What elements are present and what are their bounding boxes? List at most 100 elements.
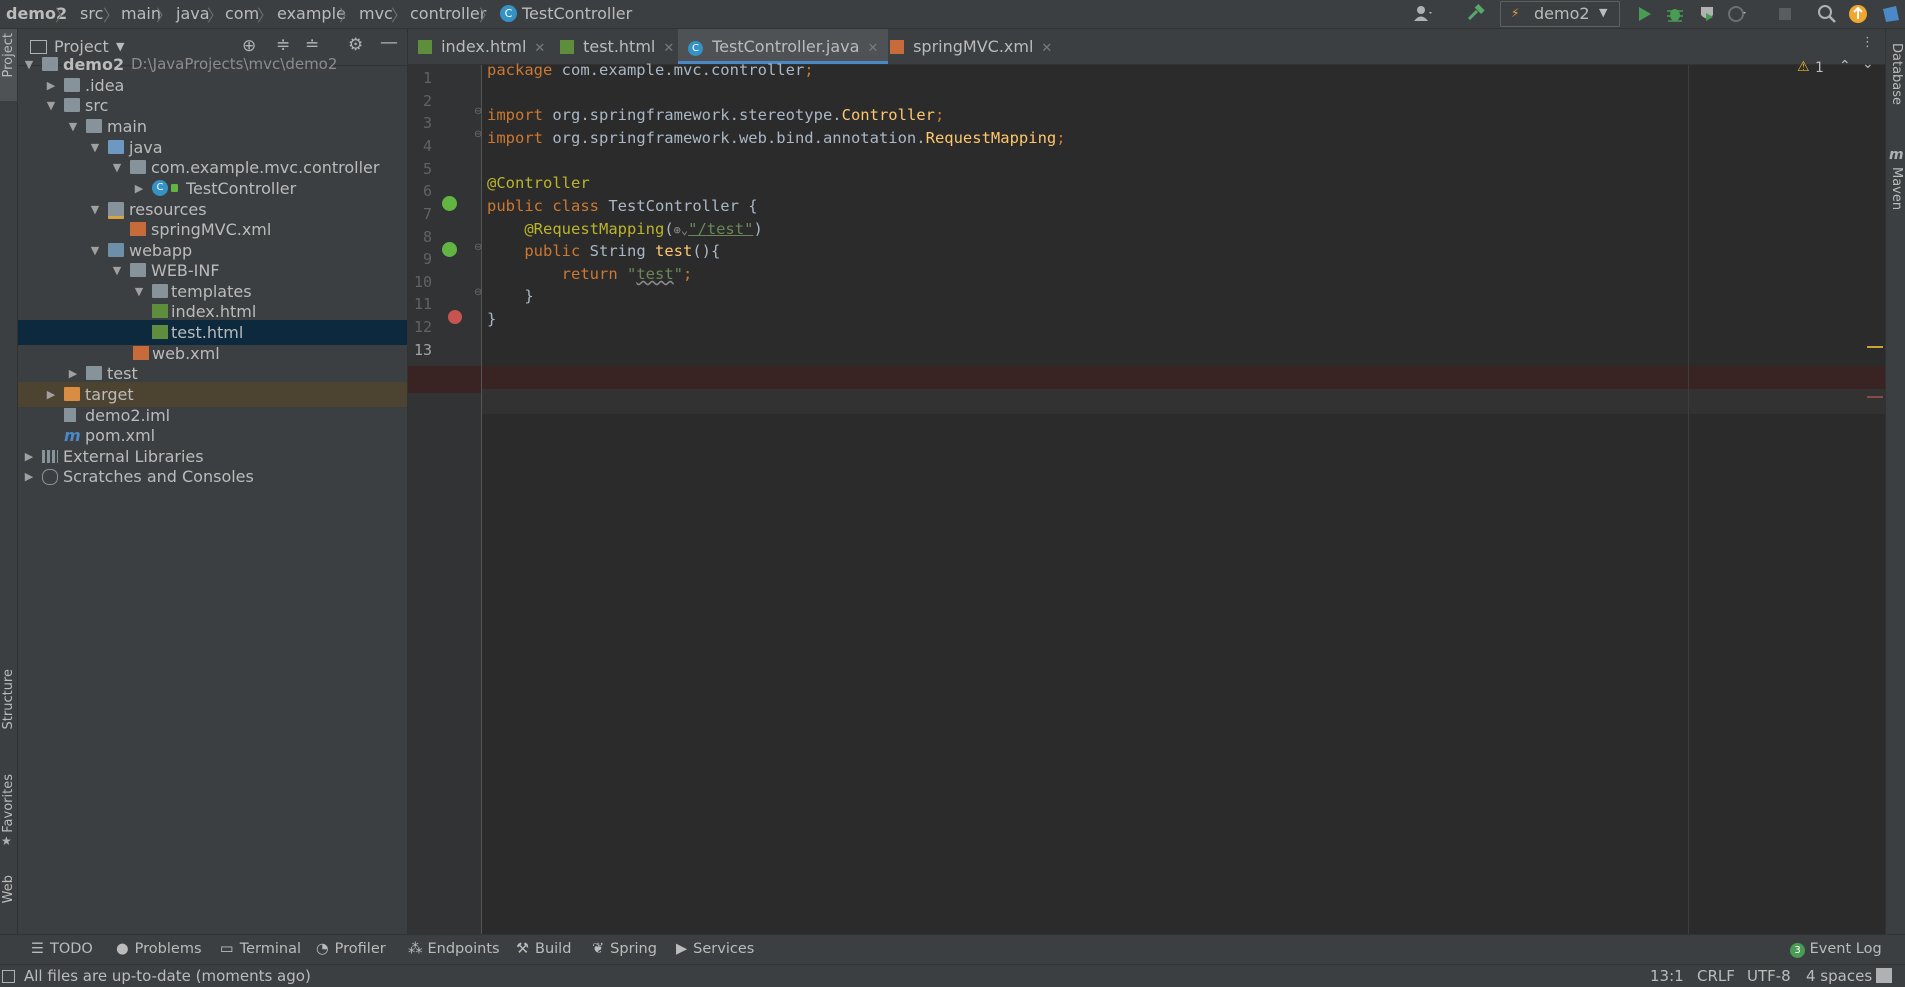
package-icon [130, 160, 146, 174]
status-bar: All files are up-to-date (moments ago) 1… [0, 964, 1905, 987]
breadcrumb-separator: 〉 [207, 6, 224, 25]
structure-tool-button[interactable]: Structure [1, 669, 16, 729]
folder-icon [152, 284, 168, 298]
close-icon[interactable]: ✕ [1041, 41, 1052, 56]
editor-gutter[interactable]: 1 2 3 4 5 6 7 8 9 10 11 12 13 ⊖ ⊖ ⊖ ⊖ [408, 65, 482, 934]
folder-icon [64, 78, 80, 92]
profiler-run-icon[interactable] [1726, 3, 1748, 25]
project-tool-button[interactable]: Project [0, 29, 17, 101]
html-file-icon [152, 304, 168, 318]
endpoints-label: Endpoints [427, 941, 500, 957]
status-message[interactable]: All files are up-to-date (moments ago) [24, 967, 311, 985]
star-icon: ★ [1, 834, 12, 848]
xml-file-icon [890, 40, 904, 54]
close-icon[interactable]: ✕ [663, 41, 674, 56]
run-icon[interactable] [1633, 3, 1655, 25]
html-file-icon [560, 40, 574, 54]
tree-item-scratches[interactable]: ▶ Scratches and Consoles [18, 464, 407, 489]
user-icon[interactable] [1412, 3, 1434, 25]
bottom-tool-bar: ☰ TODO ● Problems ▭ Terminal ◔ Profiler ⁂ End… [0, 934, 1905, 965]
hide-panel-icon[interactable]: — [380, 32, 398, 53]
file-encoding[interactable]: UTF-8 [1747, 967, 1791, 985]
event-log-tool-button[interactable]: 3 Event Log [1790, 941, 1882, 958]
module-folder-icon [42, 57, 58, 71]
toggle-tool-windows-icon[interactable] [2, 970, 15, 983]
breakpoint-stripe-marker[interactable] [1867, 396, 1883, 398]
tab-label: springMVC.xml [913, 37, 1034, 56]
line-number: 13 [413, 341, 432, 359]
folder-icon [130, 263, 146, 277]
event-log-count: 3 [1790, 943, 1805, 958]
xml-file-icon [133, 346, 149, 360]
database-tool-button[interactable]: Database [1889, 43, 1904, 105]
breadcrumb-testcontroller[interactable]: TestController [522, 4, 632, 23]
build-tool-button[interactable]: ⚒ Build [516, 941, 571, 957]
terminal-tool-button[interactable]: ▭ Terminal [220, 941, 301, 957]
breadcrumb-example[interactable]: example [277, 4, 346, 23]
xml-file-icon [130, 222, 146, 236]
close-icon[interactable]: ✕ [534, 41, 545, 56]
spring-endpoint-gutter-icon[interactable] [442, 242, 457, 257]
coverage-icon[interactable] [1696, 3, 1718, 25]
stop-icon[interactable] [1774, 3, 1796, 25]
html-file-icon [418, 40, 432, 54]
services-tool-button[interactable]: ▶ Services [676, 941, 754, 957]
library-icon [42, 450, 58, 463]
folder-icon [86, 366, 102, 380]
profiler-tool-button[interactable]: ◔ Profiler [316, 941, 386, 957]
warning-stripe-marker[interactable] [1867, 346, 1883, 348]
right-tool-strip: Database m Maven [1885, 29, 1905, 934]
event-log-label: Event Log [1809, 941, 1882, 957]
next-highlight-icon[interactable]: ⌄ [1862, 56, 1874, 72]
todo-label: TODO [50, 941, 93, 957]
spring-tool-button[interactable]: ❦ Spring [592, 941, 657, 957]
collapsed-arrow-icon[interactable]: ▶ [23, 464, 35, 489]
warning-count[interactable]: 1 [1815, 60, 1824, 76]
breadcrumb-com[interactable]: com [225, 4, 259, 23]
debug-bug-icon[interactable] [1664, 3, 1686, 25]
breadcrumb-main[interactable]: main [121, 4, 161, 23]
spring-bean-gutter-icon[interactable] [442, 196, 457, 211]
maven-tool-button[interactable]: Maven [1889, 167, 1904, 210]
endpoints-icon: ⁂ [408, 941, 423, 957]
tab-list-icon[interactable]: ⋮ [1861, 35, 1874, 50]
previous-highlight-icon[interactable]: ⌃ [1839, 58, 1851, 74]
warning-icon[interactable]: ⚠ [1797, 59, 1810, 75]
update-icon[interactable] [1847, 3, 1869, 25]
scratches-icon [42, 469, 58, 485]
build-hammer-icon[interactable] [1465, 3, 1487, 25]
breadcrumb-separator: 〉 [339, 6, 356, 25]
problems-tool-button[interactable]: ● Problems [116, 941, 202, 957]
toolbox-icon[interactable] [1880, 3, 1902, 25]
tab-label: test.html [583, 37, 656, 56]
breadcrumb-separator: 〉 [391, 6, 408, 25]
breadcrumb-src[interactable]: src [80, 4, 103, 23]
web-tool-button[interactable]: Web [1, 875, 16, 903]
memory-indicator-icon[interactable] [1876, 968, 1892, 983]
info-icon: ● [116, 941, 129, 957]
breadcrumb-java[interactable]: java [176, 4, 210, 23]
favorites-tool-button[interactable]: Favorites [1, 774, 16, 833]
terminal-label: Terminal [239, 941, 301, 957]
source-folder-icon [108, 140, 124, 154]
tree-item-label: Scratches and Consoles [63, 467, 254, 486]
breadcrumb-controller[interactable]: controller [410, 4, 486, 23]
tab-springmvc-xml[interactable]: springMVC.xml ✕ [890, 29, 1052, 64]
close-icon[interactable]: ✕ [867, 41, 878, 56]
line-separator[interactable]: CRLF [1697, 967, 1735, 985]
breadcrumb-separator: 〉 [156, 6, 173, 25]
todo-tool-button[interactable]: ☰ TODO [31, 941, 93, 957]
indent-setting[interactable]: 4 spaces [1806, 967, 1872, 985]
profiler-label: Profiler [334, 941, 386, 957]
search-icon[interactable] [1816, 3, 1838, 25]
caret-line-highlight [482, 389, 1885, 414]
endpoints-tool-button[interactable]: ⁂ Endpoints [408, 941, 500, 957]
iml-file-icon [64, 408, 76, 422]
right-margin-guide [1688, 65, 1689, 934]
breadcrumb-mvc[interactable]: mvc [359, 4, 393, 23]
run-configuration-select[interactable]: ⚡ demo2 ▼ [1500, 1, 1620, 27]
code-editor[interactable]: package com.example.mvc.controller; impo… [482, 56, 1885, 934]
breakpoint-icon[interactable] [448, 310, 462, 324]
caret-position[interactable]: 13:1 [1650, 967, 1684, 985]
code-line-12: } [487, 310, 497, 328]
